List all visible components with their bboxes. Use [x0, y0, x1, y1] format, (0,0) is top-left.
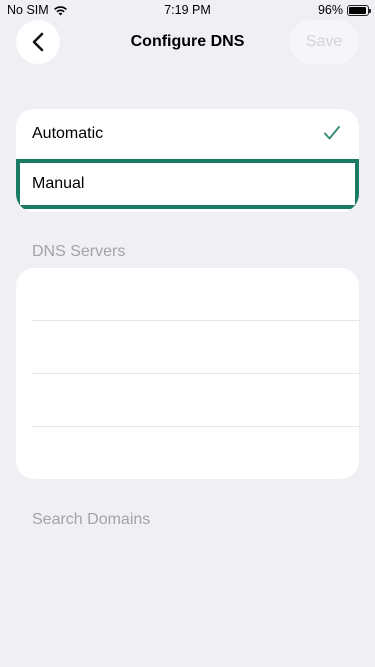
nav-bar: Configure DNS Save — [0, 20, 375, 65]
option-manual[interactable]: Manual — [16, 159, 359, 209]
battery-percent: 96% — [317, 3, 343, 17]
dns-server-row[interactable] — [16, 427, 359, 479]
battery-icon — [347, 4, 371, 16]
option-manual-label: Manual — [32, 175, 85, 192]
save-button[interactable]: Save — [289, 20, 359, 64]
search-domains-header: Search Domains — [32, 511, 151, 528]
battery-fill — [349, 6, 367, 14]
checkmark-icon — [324, 126, 340, 140]
status-right: 96% — [317, 3, 371, 17]
dns-server-row[interactable] — [16, 374, 359, 427]
dns-server-row[interactable] — [16, 268, 359, 321]
status-bar: No SIM 7:19 PM 96% — [0, 0, 375, 22]
dns-mode-card: Automatic Manual — [16, 109, 359, 212]
dns-server-row[interactable] — [16, 321, 359, 374]
option-automatic-label: Automatic — [32, 125, 104, 142]
dns-servers-header: DNS Servers — [32, 243, 126, 260]
dns-servers-card — [16, 268, 359, 479]
option-automatic[interactable]: Automatic — [16, 109, 359, 159]
